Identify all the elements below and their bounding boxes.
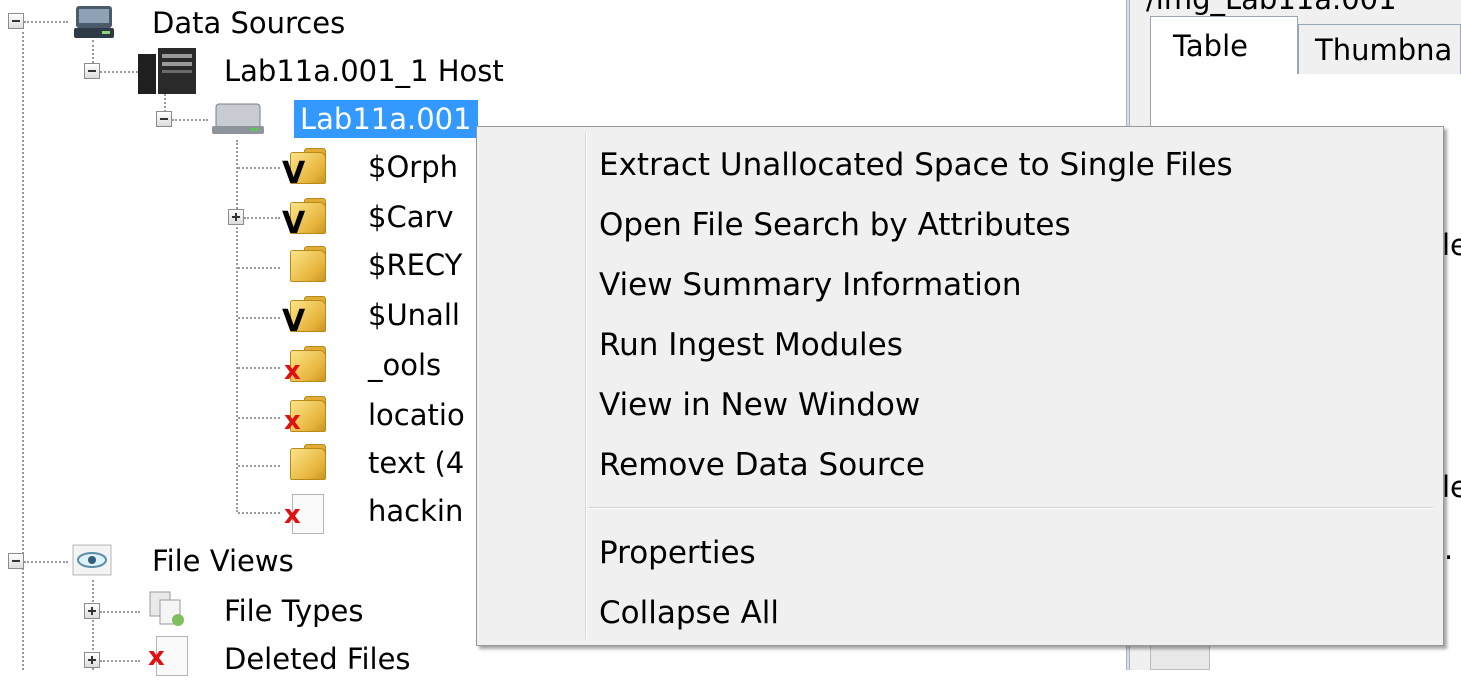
tree-item[interactable]: $Orph (368, 148, 458, 186)
folder-icon: V (282, 148, 326, 191)
menu-item-summary-info[interactable]: View Summary Information (599, 265, 1022, 305)
tree-item[interactable]: $RECY (368, 246, 462, 284)
menu-item-collapse-all[interactable]: Collapse All (599, 593, 779, 633)
folder-icon (282, 246, 326, 282)
path-label: /img_Lab11a.001 (1146, 0, 1461, 16)
tree-item[interactable]: text (4 (368, 444, 464, 482)
server-icon (138, 48, 198, 94)
tree-line (100, 660, 140, 662)
drive-icon (72, 4, 118, 40)
eye-icon (72, 544, 112, 576)
tree-line (24, 21, 68, 23)
file-types-icon (146, 590, 190, 628)
folder-icon: V (282, 198, 326, 241)
collapse-toggle[interactable] (84, 63, 100, 79)
tree-item[interactable]: hackin (368, 492, 463, 530)
tab-label: Table (1173, 28, 1248, 63)
context-menu: Extract Unallocated Space to Single File… (476, 126, 1444, 646)
menu-item-remove-data-source[interactable]: Remove Data Source (599, 445, 925, 485)
tree-item[interactable]: _ools (368, 346, 441, 384)
deleted-file-icon: x (282, 494, 326, 534)
folder-icon: x (282, 396, 326, 436)
menu-item-new-window[interactable]: View in New Window (599, 385, 920, 425)
tab-label: Thumbna (1315, 32, 1453, 67)
tree-line (100, 611, 140, 613)
tree-line (238, 317, 280, 319)
tree-line (238, 167, 280, 169)
expand-toggle[interactable] (228, 209, 244, 225)
host-label[interactable]: Lab11a.001_1 Host (224, 52, 504, 90)
menu-item-file-search[interactable]: Open File Search by Attributes (599, 205, 1071, 245)
tree-line (238, 512, 280, 514)
tree-line (172, 119, 208, 121)
menu-item-properties[interactable]: Properties (599, 533, 756, 573)
file-views-label[interactable]: File Views (152, 542, 294, 580)
deleted-files-label[interactable]: Deleted Files (224, 640, 411, 678)
disk-icon (210, 100, 266, 136)
tab-table[interactable]: Table (1150, 16, 1298, 74)
collapse-toggle[interactable] (156, 111, 172, 127)
tree-line (238, 417, 280, 419)
folder-icon: V (282, 296, 326, 339)
tree-line (244, 217, 280, 219)
expand-toggle[interactable] (84, 603, 100, 619)
collapse-toggle[interactable] (8, 553, 24, 569)
tab-thumbnail[interactable]: Thumbna (1298, 24, 1461, 74)
tree-line (238, 267, 280, 269)
tree-item[interactable]: locatio (368, 396, 465, 434)
expand-toggle[interactable] (84, 652, 100, 668)
tree-line (24, 561, 68, 563)
clipped-cell: le (1442, 228, 1461, 262)
collapse-toggle[interactable] (8, 13, 24, 29)
tree-line (100, 71, 138, 73)
tree-item[interactable]: $Unall (368, 296, 460, 334)
tree-item[interactable]: $Carv (368, 198, 454, 236)
data-sources-label[interactable]: Data Sources (152, 4, 345, 42)
deleted-file-icon: x (146, 636, 190, 676)
clipped-cell: . (1444, 532, 1454, 566)
tree-line (236, 140, 238, 512)
folder-icon: x (282, 346, 326, 386)
tree-line (22, 32, 24, 670)
menu-gutter (585, 133, 587, 639)
clipped-cell: le (1442, 470, 1461, 504)
menu-separator (589, 507, 1433, 509)
tree-line (238, 465, 280, 467)
menu-item-extract-unallocated[interactable]: Extract Unallocated Space to Single File… (599, 145, 1233, 185)
image-label[interactable]: Lab11a.001 (294, 100, 478, 138)
file-types-label[interactable]: File Types (224, 592, 363, 630)
menu-item-run-ingest[interactable]: Run Ingest Modules (599, 325, 903, 365)
folder-icon (282, 444, 326, 480)
tree-line (238, 367, 280, 369)
